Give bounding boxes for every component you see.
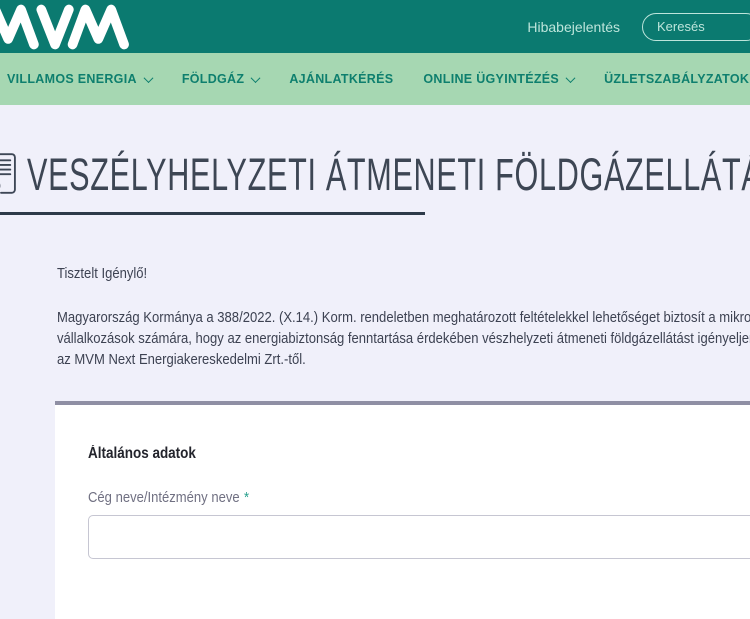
- search-input[interactable]: Keresés: [642, 13, 750, 41]
- company-name-label: Cég neve/Intézmény neve*: [88, 489, 750, 506]
- nav-label: VILLAMOS ENERGIA: [7, 72, 137, 86]
- form-section-title: Általános adatok: [88, 445, 750, 463]
- nav-label: ONLINE ÜGYINTÉZÉS: [423, 72, 559, 86]
- nav-item-foldgaz[interactable]: FÖLDGÁZ: [182, 72, 260, 86]
- general-data-form-card: Általános adatok Cég neve/Intézmény neve…: [55, 401, 750, 619]
- main-nav: VILLAMOS ENERGIA FÖLDGÁZ AJÁNLATKÉRÉS ON…: [0, 53, 750, 105]
- fault-report-link[interactable]: Hibabejelentés: [527, 19, 620, 35]
- nav-item-villamos-energia[interactable]: VILLAMOS ENERGIA: [7, 72, 152, 86]
- nav-label: FÖLDGÁZ: [182, 72, 245, 86]
- required-asterisk: *: [244, 489, 249, 506]
- chevron-down-icon: [566, 73, 576, 83]
- nav-label: ÜZLETSZABÁLYZATOK: [604, 72, 749, 86]
- header-actions: Hibabejelentés Keresés: [527, 13, 750, 41]
- title-underline: [0, 212, 425, 215]
- chevron-down-icon: [251, 73, 261, 83]
- mvm-logo[interactable]: [0, 4, 136, 50]
- nav-item-uzletszabalyzatok[interactable]: ÜZLETSZABÁLYZATOK: [604, 72, 749, 86]
- page-title-row: VESZÉLYHELYZETI ÁTMENETI FÖLDGÁZELLÁTÁS: [0, 151, 750, 199]
- top-header: Hibabejelentés Keresés: [0, 0, 750, 53]
- chevron-down-icon: [143, 73, 153, 83]
- search-label: Keresés: [657, 19, 705, 34]
- nav-item-ajanlatkeres[interactable]: AJÁNLATKÉRÉS: [289, 72, 393, 86]
- intro-paragraph: Magyarország Kormánya a 388/2022. (X.14.…: [57, 307, 750, 370]
- page-content: VESZÉLYHELYZETI ÁTMENETI FÖLDGÁZELLÁTÁS …: [0, 151, 750, 619]
- certificate-document-icon: [0, 152, 18, 198]
- page-title: VESZÉLYHELYZETI ÁTMENETI FÖLDGÁZELLÁTÁS: [27, 149, 750, 201]
- greeting-text: Tisztelt Igénylő!: [57, 265, 750, 282]
- company-name-input[interactable]: [88, 515, 750, 559]
- nav-item-online-ugyintezes[interactable]: ONLINE ÜGYINTÉZÉS: [423, 72, 574, 86]
- nav-label: AJÁNLATKÉRÉS: [289, 72, 393, 86]
